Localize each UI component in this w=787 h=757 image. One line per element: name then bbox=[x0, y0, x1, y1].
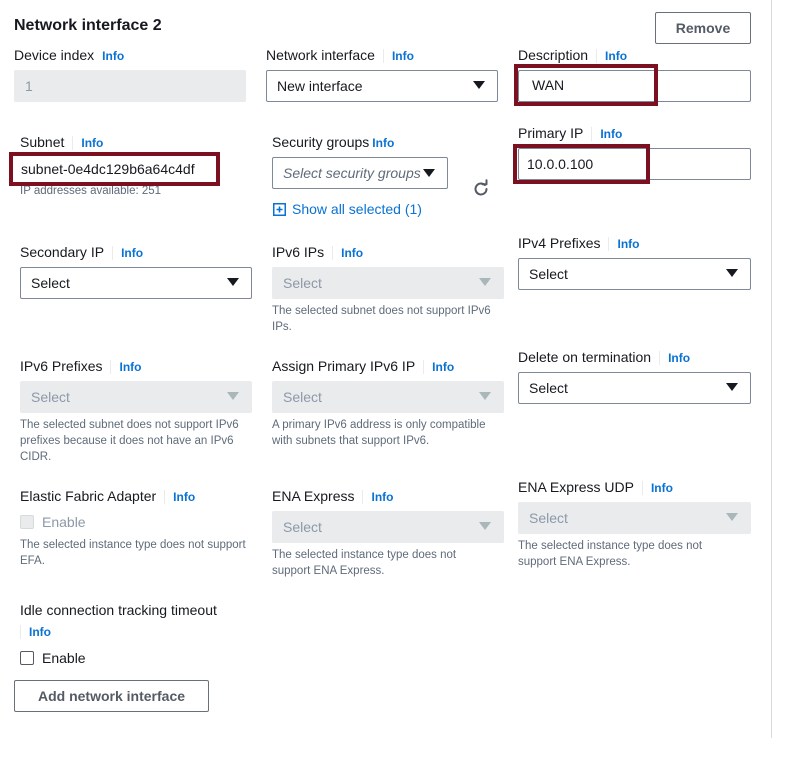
show-all-selected-toggle[interactable]: Show all selected (1) bbox=[273, 201, 422, 217]
refresh-icon[interactable] bbox=[471, 179, 491, 199]
efa-label: Elastic Fabric Adapter Info bbox=[20, 488, 196, 505]
secondary-ip-label: Secondary IP Info bbox=[20, 244, 144, 261]
secondary-ip-select[interactable]: Select bbox=[20, 267, 252, 299]
plus-square-icon bbox=[273, 202, 286, 216]
primary-ip-highlight: 10.0.0.100 bbox=[513, 144, 650, 184]
caret-down-icon bbox=[473, 81, 485, 89]
ena-express-label: ENA Express Info bbox=[272, 488, 394, 505]
ipv6-prefixes-label: IPv6 Prefixes Info bbox=[20, 358, 142, 375]
info-link[interactable]: Info bbox=[341, 246, 363, 260]
device-index-label: Device index Info bbox=[14, 47, 125, 63]
ipv6-prefixes-help: The selected subnet does not support IPv… bbox=[20, 419, 239, 463]
ipv4-prefixes-label: IPv4 Prefixes Info bbox=[518, 235, 640, 252]
info-link[interactable]: Info bbox=[371, 490, 393, 504]
delete-on-termination-select[interactable]: Select bbox=[518, 372, 751, 404]
assign-primary-ipv6-label: Assign Primary IPv6 IP Info bbox=[272, 358, 455, 375]
ipv4-prefixes-select[interactable]: Select bbox=[518, 258, 751, 290]
info-link[interactable]: Info bbox=[81, 136, 103, 150]
add-network-interface-button[interactable]: Add network interface bbox=[14, 680, 209, 712]
info-link[interactable]: Info bbox=[600, 127, 622, 141]
caret-down-icon bbox=[479, 392, 491, 400]
ipv6-ips-select: Select bbox=[272, 267, 504, 299]
efa-checkbox bbox=[20, 515, 34, 529]
description-highlight: WAN bbox=[514, 64, 658, 106]
assign-primary-ipv6-help: A primary IPv6 address is only compatibl… bbox=[272, 419, 486, 447]
remove-button[interactable]: Remove bbox=[655, 12, 751, 44]
info-link[interactable]: Info bbox=[605, 49, 627, 63]
section-title: Network interface 2 bbox=[14, 17, 162, 34]
idle-timeout-checkbox-row[interactable]: Enable bbox=[20, 650, 86, 666]
efa-help: The selected instance type does not supp… bbox=[20, 539, 246, 567]
primary-ip-label: Primary IP Info bbox=[518, 125, 623, 142]
subnet-label: Subnet Info bbox=[20, 134, 104, 151]
caret-down-icon bbox=[227, 392, 239, 400]
idle-timeout-label: Idle connection tracking timeout bbox=[20, 602, 217, 618]
caret-down-icon bbox=[479, 278, 491, 286]
security-groups-select[interactable]: Select security groups bbox=[272, 157, 448, 189]
assign-primary-ipv6-select: Select bbox=[272, 381, 504, 413]
caret-down-icon bbox=[726, 269, 738, 277]
caret-down-icon bbox=[479, 522, 491, 530]
info-link[interactable]: Info bbox=[119, 360, 141, 374]
info-link[interactable]: Info bbox=[372, 136, 394, 150]
info-link[interactable]: Info bbox=[173, 490, 195, 504]
ena-express-select: Select bbox=[272, 511, 504, 543]
right-divider bbox=[771, 0, 772, 738]
info-link[interactable]: Info bbox=[651, 481, 673, 495]
delete-on-termination-label: Delete on termination Info bbox=[518, 349, 691, 366]
ipv6-ips-help: The selected subnet does not support IPv… bbox=[272, 305, 491, 333]
caret-down-icon bbox=[726, 383, 738, 391]
caret-down-icon bbox=[423, 169, 435, 177]
network-interface-label: Network interface Info bbox=[266, 47, 414, 64]
ipv6-prefixes-select: Select bbox=[20, 381, 252, 413]
network-interface-select[interactable]: New interface bbox=[266, 70, 498, 102]
info-link[interactable]: Info bbox=[617, 237, 639, 251]
idle-timeout-checkbox[interactable] bbox=[20, 651, 34, 665]
caret-down-icon bbox=[726, 513, 738, 521]
info-link[interactable]: Info bbox=[102, 49, 124, 63]
info-link[interactable]: Info bbox=[29, 625, 51, 639]
device-index-input: 1 bbox=[14, 70, 246, 102]
info-link[interactable]: Info bbox=[392, 49, 414, 63]
caret-down-icon bbox=[227, 278, 239, 286]
ena-express-help: The selected instance type does not supp… bbox=[272, 549, 457, 577]
ena-express-udp-label: ENA Express UDP Info bbox=[518, 479, 673, 496]
ena-express-udp-select: Select bbox=[518, 502, 751, 534]
info-link[interactable]: Info bbox=[668, 351, 690, 365]
efa-checkbox-row: Enable bbox=[20, 514, 86, 530]
idle-timeout-info-row: Info bbox=[20, 625, 51, 639]
info-link[interactable]: Info bbox=[121, 246, 143, 260]
ipv6-ips-label: IPv6 IPs Info bbox=[272, 244, 364, 261]
security-groups-label: Security groups Info bbox=[272, 134, 395, 150]
subnet-field[interactable]: subnet-0e4dc129b6a64c4df bbox=[9, 152, 220, 186]
description-label: Description Info bbox=[518, 47, 628, 64]
info-link[interactable]: Info bbox=[432, 360, 454, 374]
ena-express-udp-help: The selected instance type does not supp… bbox=[518, 540, 703, 568]
